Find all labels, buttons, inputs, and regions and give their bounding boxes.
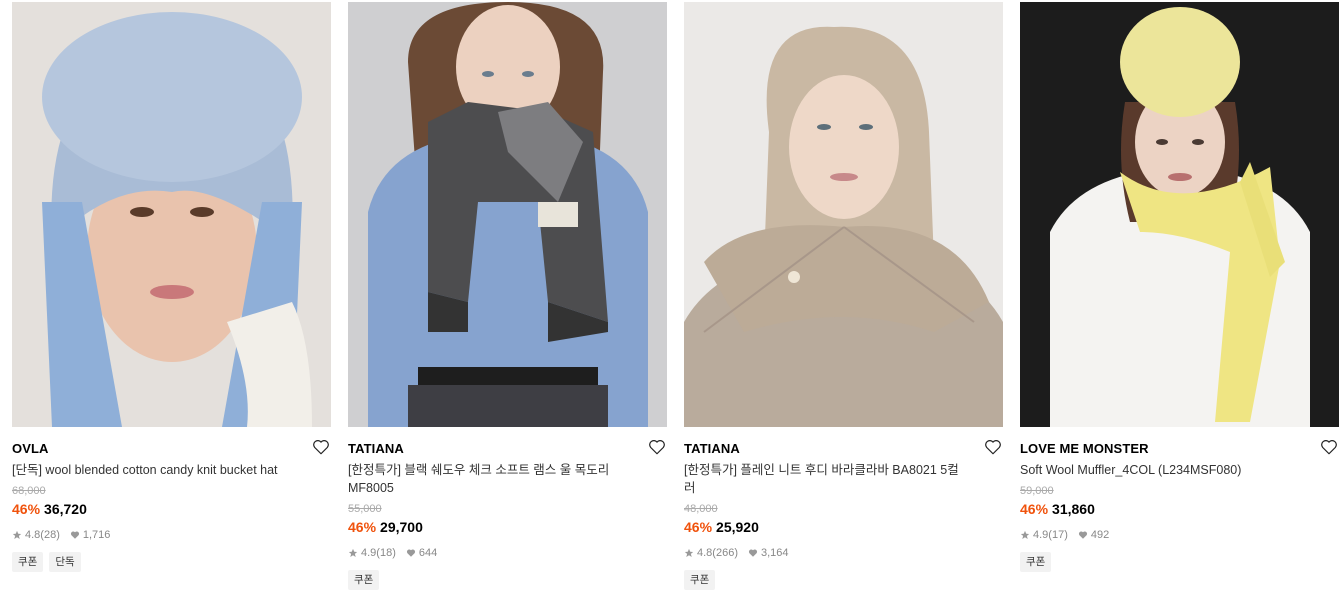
review-count: (17) — [1048, 529, 1068, 541]
product-image[interactable] — [12, 2, 331, 427]
product-card[interactable]: OVLA [단독] wool blended cotton candy knit… — [12, 2, 332, 572]
like-count: 3,164 — [760, 547, 789, 559]
heart-outline-icon[interactable] — [648, 438, 666, 456]
brand-name[interactable]: TATIANA — [348, 437, 668, 461]
product-name[interactable]: [단독] wool blended cotton candy knit buck… — [12, 461, 297, 479]
discount-rate: 46% — [348, 519, 377, 535]
like-count: 1,716 — [82, 529, 111, 541]
heart-outline-icon[interactable] — [312, 438, 330, 456]
product-meta: 4.9 (18) 644 — [348, 544, 668, 562]
tag-list: 쿠폰 단독 — [12, 552, 332, 572]
product-name[interactable]: Soft Wool Muffler_4COL (L234MSF080) — [1020, 461, 1305, 479]
heart-filled-icon — [70, 531, 79, 539]
star-icon — [684, 548, 694, 557]
product-image[interactable] — [348, 2, 667, 427]
tag-list: 쿠폰 — [684, 570, 1004, 590]
brand-name[interactable]: TATIANA — [684, 437, 1004, 461]
product-image[interactable] — [684, 2, 1003, 427]
discount-rate: 46% — [1020, 501, 1049, 517]
tag-list: 쿠폰 — [1020, 552, 1340, 572]
product-photo — [1020, 2, 1339, 427]
tag-list: 쿠폰 — [348, 570, 668, 590]
sale-price: 31,860 — [1052, 501, 1095, 517]
like-count: 492 — [1090, 529, 1110, 541]
rating-value: 4.9 — [361, 547, 377, 559]
discount-rate: 46% — [12, 501, 41, 517]
product-card[interactable]: TATIANA [한정특가] 블랙 쉐도우 체크 소프트 램스 울 목도리 MF… — [348, 2, 668, 590]
star-icon — [348, 548, 358, 557]
brand-name[interactable]: OVLA — [12, 437, 332, 461]
star-icon — [1020, 530, 1030, 539]
star-icon — [12, 530, 22, 539]
exclusive-tag[interactable]: 단독 — [49, 552, 81, 572]
coupon-tag[interactable]: 쿠폰 — [348, 570, 380, 590]
product-card[interactable]: LOVE ME MONSTER Soft Wool Muffler_4COL (… — [1020, 2, 1340, 572]
rating-value: 4.8 — [697, 547, 713, 559]
product-photo — [12, 2, 331, 427]
rating-value: 4.8 — [25, 529, 41, 541]
product-name[interactable]: [한정특가] 블랙 쉐도우 체크 소프트 램스 울 목도리 MF8005 — [348, 461, 633, 497]
sale-price: 29,700 — [380, 519, 423, 535]
product-photo — [348, 2, 667, 427]
product-photo — [684, 2, 1003, 427]
product-name[interactable]: [한정특가] 플레인 니트 후디 바라클라바 BA8021 5컬러 — [684, 461, 969, 497]
like-count: 644 — [418, 547, 438, 559]
sale-price: 25,920 — [716, 519, 759, 535]
product-card[interactable]: TATIANA [한정특가] 플레인 니트 후디 바라클라바 BA8021 5컬… — [684, 2, 1004, 590]
brand-name[interactable]: LOVE ME MONSTER — [1020, 437, 1340, 461]
sale-price: 36,720 — [44, 501, 87, 517]
heart-outline-icon[interactable] — [1320, 438, 1338, 456]
product-meta: 4.9 (17) 492 — [1020, 526, 1340, 544]
coupon-tag[interactable]: 쿠폰 — [684, 570, 716, 590]
heart-filled-icon — [748, 549, 758, 557]
product-image[interactable] — [1020, 2, 1339, 427]
rating-value: 4.9 — [1033, 529, 1049, 541]
coupon-tag[interactable]: 쿠폰 — [12, 552, 44, 572]
product-meta: 4.8 (266) 3,164 — [684, 544, 1004, 562]
coupon-tag[interactable]: 쿠폰 — [1020, 552, 1052, 572]
heart-outline-icon[interactable] — [984, 438, 1002, 456]
product-meta: 4.8 (28) 1,716 — [12, 526, 332, 544]
original-price: 59,000 — [1020, 485, 1054, 497]
price-line: 46% 36,720 — [12, 499, 332, 519]
original-price: 48,000 — [684, 503, 718, 515]
heart-filled-icon — [406, 549, 415, 557]
review-count: (28) — [40, 529, 60, 541]
product-grid: OVLA [단독] wool blended cotton candy knit… — [0, 0, 1344, 595]
heart-filled-icon — [1078, 531, 1087, 539]
discount-rate: 46% — [684, 519, 713, 535]
price-line: 46% 25,920 — [684, 517, 1004, 537]
price-line: 46% 31,860 — [1020, 499, 1340, 519]
review-count: (18) — [376, 547, 396, 559]
original-price: 55,000 — [348, 503, 382, 515]
price-line: 46% 29,700 — [348, 517, 668, 537]
review-count: (266) — [712, 547, 738, 559]
original-price: 68,000 — [12, 485, 46, 497]
